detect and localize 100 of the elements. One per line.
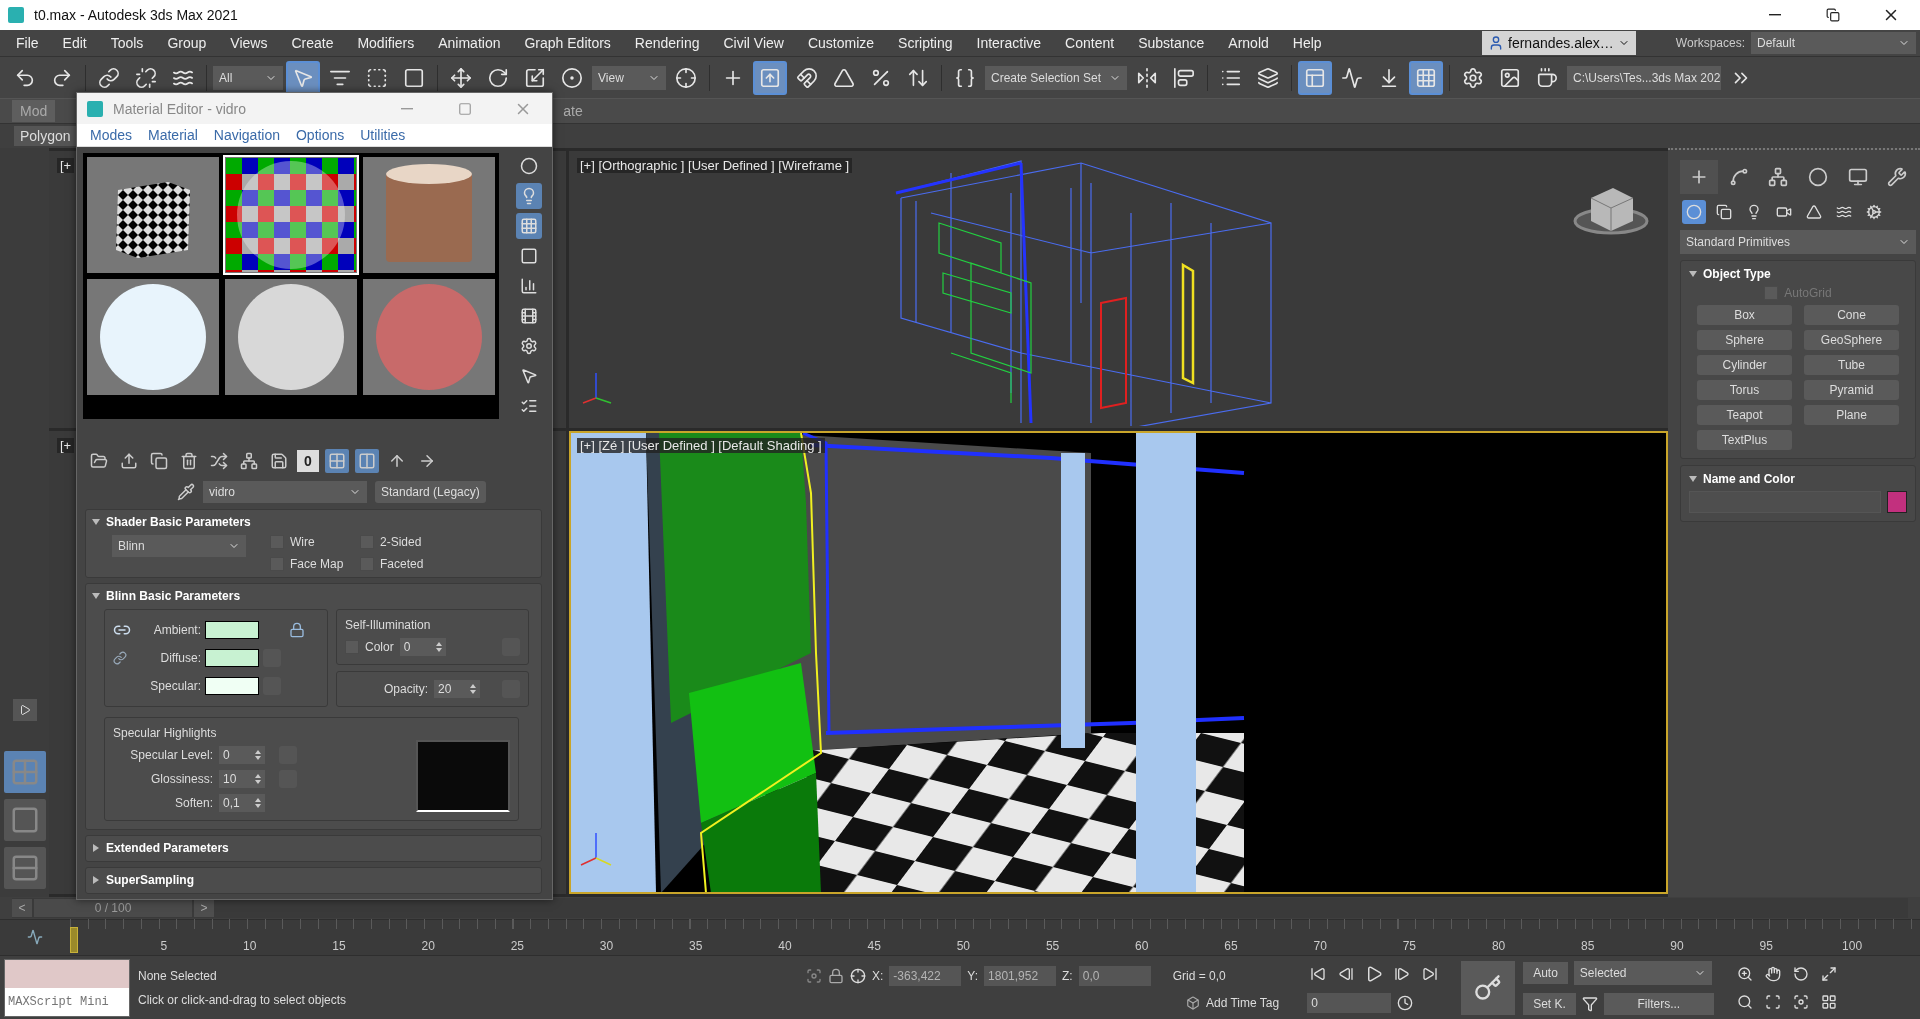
primitive-button[interactable]: Plane bbox=[1804, 405, 1899, 425]
rollout-header[interactable]: Extended Parameters bbox=[92, 841, 535, 855]
ribbon-tab[interactable]: ate bbox=[555, 100, 591, 122]
checkbox-label: Face Map bbox=[290, 557, 344, 571]
viewport-label[interactable]: [+ bbox=[57, 158, 75, 173]
coord-label: Z: bbox=[1062, 968, 1073, 983]
menu-item[interactable]: Graph Editors bbox=[512, 35, 623, 51]
menu-item[interactable]: Help bbox=[1280, 35, 1334, 51]
ribbon-panel-tab[interactable]: Polygon bbox=[14, 126, 77, 146]
toolbar-dropdown[interactable]: C:\Users\Tes...3ds Max 202 bbox=[1567, 65, 1721, 90]
coordinate-field[interactable]: -363,422 bbox=[889, 965, 962, 986]
menu-item[interactable]: Group bbox=[155, 35, 219, 51]
menu-item[interactable]: Modifiers bbox=[345, 35, 427, 51]
primitive-button[interactable]: Cone bbox=[1804, 305, 1899, 325]
menu-item[interactable]: Material bbox=[141, 127, 205, 144]
tick-label: 40 bbox=[777, 939, 792, 955]
checkbox-label: Color bbox=[365, 640, 394, 654]
spinner-field[interactable]: 20 bbox=[434, 680, 480, 698]
selection-status: None Selected bbox=[138, 968, 218, 983]
menu-item[interactable]: Content bbox=[1053, 35, 1127, 51]
primitive-button[interactable]: Cylinder bbox=[1697, 355, 1792, 375]
menu-item[interactable]: Rendering bbox=[622, 35, 712, 51]
auto-key-button[interactable]: Auto bbox=[1523, 961, 1568, 984]
field-label: Opacity: bbox=[384, 682, 428, 696]
viewport[interactable]: [+] [Zé ] [User Defined ] [Default Shading ] bbox=[569, 431, 1668, 894]
toolbar-dropdown[interactable]: All bbox=[213, 65, 283, 90]
menu-item[interactable]: Substance bbox=[1126, 35, 1217, 51]
rollout-header[interactable]: Name and Color bbox=[1689, 472, 1907, 486]
primitive-button[interactable]: Torus bbox=[1697, 380, 1792, 400]
rollout-header[interactable]: Shader Basic Parameters bbox=[92, 515, 535, 529]
primitive-button[interactable]: Tube bbox=[1804, 355, 1899, 375]
coord-label: Y: bbox=[967, 968, 979, 983]
filters-button[interactable]: Filters... bbox=[1603, 992, 1714, 1015]
menu-item[interactable]: Scripting bbox=[886, 35, 965, 51]
checkbox-label: 2-Sided bbox=[380, 535, 422, 549]
tick-label: 65 bbox=[1223, 939, 1238, 955]
toolbar-dropdown[interactable]: View bbox=[592, 65, 666, 90]
spinner-field[interactable]: 0 bbox=[399, 638, 446, 656]
viewport-label[interactable]: [+ bbox=[57, 438, 75, 453]
menu-item[interactable]: Animation bbox=[426, 35, 513, 51]
viewport-label[interactable]: [+] [Zé ] [User Defined ] [Default Shading ] bbox=[577, 438, 825, 453]
coordinate-field[interactable]: 0,0 bbox=[1078, 965, 1151, 986]
tick-label: 20 bbox=[420, 939, 435, 955]
menu-item[interactable]: Views bbox=[218, 35, 280, 51]
frame-counter: 0 / 100 bbox=[94, 901, 132, 915]
coord-label: X: bbox=[872, 968, 884, 983]
spinner-field[interactable]: 0 bbox=[219, 746, 265, 764]
material-name-dropdown[interactable]: vidro bbox=[203, 481, 367, 503]
tick-label: 10 bbox=[242, 939, 257, 955]
primitive-button[interactable]: Pyramid bbox=[1804, 380, 1899, 400]
menu-item[interactable]: Options bbox=[289, 127, 352, 144]
shader-dropdown[interactable]: Blinn bbox=[112, 535, 246, 557]
window-title: Material Editor - vidro bbox=[113, 100, 248, 117]
menu-item[interactable]: Interactive bbox=[964, 35, 1054, 51]
tick-label: 90 bbox=[1669, 939, 1684, 955]
spinner-field[interactable]: 0,1 bbox=[219, 794, 265, 812]
primitive-button[interactable]: GeoSphere bbox=[1804, 330, 1899, 350]
tick-label: 25 bbox=[509, 939, 524, 955]
category-dropdown[interactable]: Standard Primitives bbox=[1680, 230, 1916, 254]
rollout-header[interactable]: Object Type bbox=[1689, 267, 1907, 281]
menu-item[interactable]: Civil View bbox=[711, 35, 796, 51]
menu-item[interactable]: Create bbox=[279, 35, 346, 51]
time-bar[interactable]: < 0 / 100 > bbox=[12, 898, 1908, 918]
spinner-field[interactable]: 10 bbox=[219, 770, 265, 788]
set-key-mode-button[interactable]: Set K. bbox=[1523, 992, 1576, 1015]
menu-item[interactable]: Utilities bbox=[353, 127, 413, 144]
tick-label: 80 bbox=[1490, 939, 1506, 955]
tick-label: 5 bbox=[159, 939, 168, 955]
coordinate-field[interactable]: 1801,952 bbox=[984, 965, 1057, 986]
menu-item[interactable]: Edit bbox=[50, 35, 99, 51]
material-type-button[interactable]: Standard (Legacy) bbox=[375, 481, 486, 503]
group-title: Specular Highlights bbox=[113, 726, 217, 740]
viewport[interactable]: [+] [Orthographic ] [User Defined ] [Wireframe ] bbox=[569, 151, 1668, 428]
workspace-dropdown[interactable]: Default bbox=[1751, 32, 1916, 54]
menu-item[interactable]: Customize bbox=[795, 35, 887, 51]
group-title: Self-Illumination bbox=[345, 618, 431, 632]
field-label: Glossiness: bbox=[149, 772, 213, 786]
rollout-header[interactable]: Blinn Basic Parameters bbox=[92, 589, 535, 603]
frame-field[interactable]: 0 bbox=[1307, 992, 1392, 1013]
color-label: Specular: bbox=[149, 679, 201, 693]
script-listener[interactable]: MAXScript Mini bbox=[4, 958, 130, 1017]
menu-item[interactable]: Arnold bbox=[1216, 35, 1281, 51]
rollout-header[interactable]: SuperSampling bbox=[92, 873, 535, 887]
viewport-label[interactable]: [+] [Orthographic ] [User Defined ] [Wireframe ] bbox=[577, 158, 853, 173]
checkbox-label: Faceted bbox=[380, 557, 424, 571]
account-button[interactable]: fernandes.alex… bbox=[1482, 31, 1636, 55]
primitive-button[interactable]: Teapot bbox=[1697, 405, 1792, 425]
menu-item[interactable]: Tools bbox=[98, 35, 156, 51]
tick-label: 55 bbox=[1044, 939, 1060, 955]
toolbar-dropdown[interactable]: Create Selection Set bbox=[985, 65, 1127, 90]
tick-label: 85 bbox=[1580, 939, 1595, 955]
primitive-button[interactable]: Sphere bbox=[1697, 330, 1792, 350]
primitive-button[interactable]: Box bbox=[1697, 305, 1792, 325]
previous-frame-button[interactable]: < bbox=[12, 899, 32, 917]
menu-item[interactable]: Modes bbox=[83, 127, 140, 144]
tool-button[interactable]: 0 bbox=[297, 450, 319, 472]
menu-item[interactable]: Navigation bbox=[206, 127, 287, 144]
key-mode-dropdown[interactable]: Selected bbox=[1573, 960, 1712, 985]
primitive-button[interactable]: TextPlus bbox=[1697, 430, 1792, 450]
menu-item[interactable]: File bbox=[4, 35, 51, 51]
